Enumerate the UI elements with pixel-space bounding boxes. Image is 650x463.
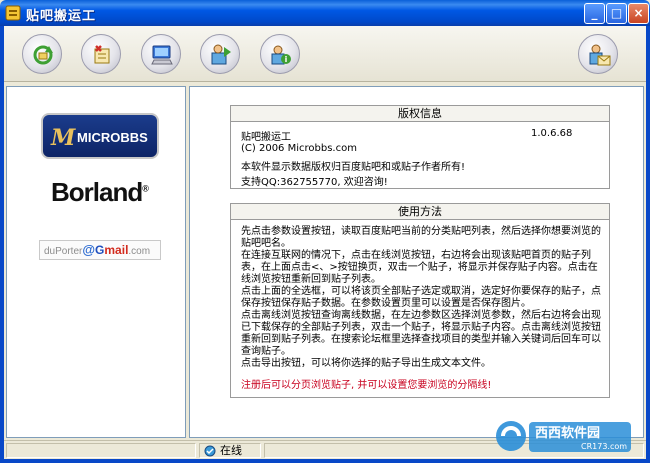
refresh-icon (33, 45, 53, 65)
registration-notice: 注册后可以分页浏览贴子, 并可以设置您要浏览的分隔线! (241, 380, 492, 391)
registered-mark: ® (142, 183, 149, 194)
computer-button[interactable] (141, 34, 181, 74)
cr173-watermark: 西西软件园 CR173.com (496, 421, 631, 452)
borland-logo: Borland® (51, 177, 149, 208)
online-label: 在线 (220, 444, 242, 457)
delete-icon (94, 45, 110, 64)
borland-word: Borland (51, 177, 143, 207)
info-icon: i (271, 45, 291, 65)
copyright-notice: 本软件显示数据版权归百度贴吧和或贴子作者所有! (241, 162, 466, 173)
gmail-at: @ (82, 242, 96, 257)
right-panel: 版权信息 贴吧搬运工 1.0.6.68 (C) 2006 Microbbs.co… (189, 86, 644, 438)
left-panel: M MICROBBS Borland® duPorter@Gmail.com (6, 86, 186, 438)
copyright-box: 版权信息 贴吧搬运工 1.0.6.68 (C) 2006 Microbbs.co… (230, 105, 610, 189)
toolbar: i (4, 26, 646, 82)
computer-icon (151, 45, 173, 65)
minimize-button[interactable]: _ (584, 3, 605, 24)
app-name: 贴吧搬运工 (241, 132, 291, 143)
copyright-line: (C) 2006 Microbbs.com (241, 143, 357, 154)
app-icon (5, 5, 21, 21)
usage-box: 使用方法 先点击参数设置按钮，读取百度贴吧当前的分类贴吧列表，然后选择你想要浏览… (230, 203, 610, 398)
refresh-button[interactable] (22, 34, 62, 74)
copyright-header: 版权信息 (231, 106, 609, 122)
gmail-mail: mail (104, 243, 129, 257)
window-frame-left (0, 26, 4, 463)
microbbs-word: MICROBBS (77, 130, 148, 145)
export-icon (211, 44, 231, 65)
online-icon (204, 445, 216, 457)
window-frame-bottom (0, 459, 650, 463)
gmail-user: duPorter (44, 246, 83, 257)
usage-header: 使用方法 (231, 204, 609, 220)
gmail-g: G (95, 243, 105, 257)
maximize-button[interactable]: □ (606, 3, 627, 24)
usage-instructions: 先点击参数设置按钮，读取百度贴吧当前的分类贴吧列表，然后选择你想要浏览的贴吧吧名… (241, 226, 601, 369)
microbbs-mark: M (51, 125, 76, 151)
status-cell-main (6, 443, 196, 458)
status-online: 在线 (199, 443, 261, 458)
info-button[interactable]: i (260, 34, 300, 74)
window-frame-right (646, 26, 650, 463)
gmail-com: .com (128, 246, 151, 257)
delete-button[interactable] (81, 34, 121, 74)
watermark-domain: CR173.com (581, 442, 627, 451)
svg-text:i: i (285, 55, 288, 64)
watermark-brand: 西西软件园 (535, 425, 600, 441)
gmail-contact[interactable]: duPorter@Gmail.com (39, 240, 161, 260)
app-version: 1.0.6.68 (531, 128, 573, 139)
export-button[interactable] (200, 34, 240, 74)
title-bar: 贴吧搬运工 _ □ × (0, 0, 650, 26)
user-mail-icon (589, 44, 611, 66)
window-title: 贴吧搬运工 (26, 9, 97, 24)
contact-button[interactable] (578, 34, 618, 74)
microbbs-logo: M MICROBBS (41, 113, 159, 159)
support-contact: 支持QQ:362755770, 欢迎咨询! (241, 177, 388, 188)
close-button[interactable]: × (628, 3, 649, 24)
